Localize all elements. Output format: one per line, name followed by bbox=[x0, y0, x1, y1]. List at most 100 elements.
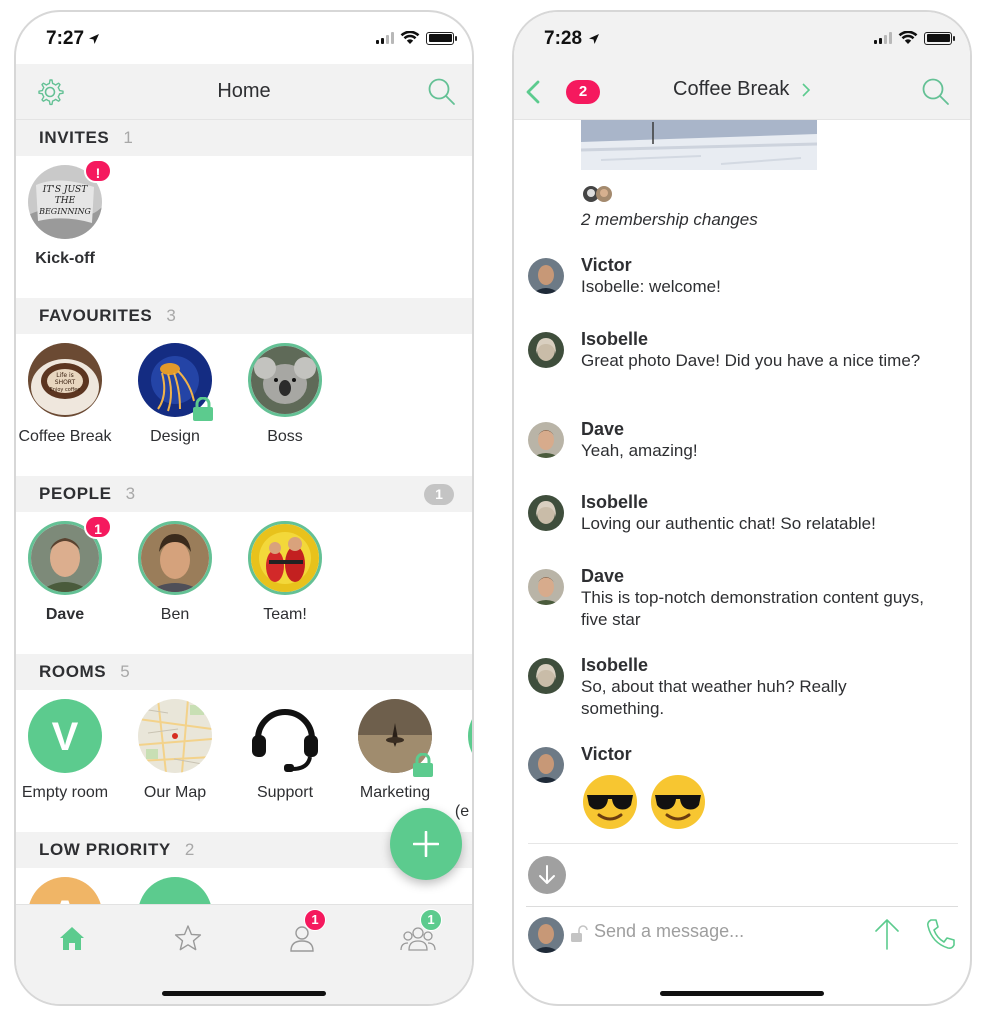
message-sender: Dave bbox=[581, 419, 625, 439]
lock-icon bbox=[193, 397, 213, 421]
section-header-favourites[interactable]: FAVOURITES 3 bbox=[16, 298, 472, 334]
tile-label: Design bbox=[150, 428, 200, 445]
search-icon[interactable] bbox=[920, 76, 952, 108]
room-tile-kick-off[interactable]: IT'S JUST THE BEGINNING ! Kick-off bbox=[16, 159, 120, 268]
phone-call-icon[interactable] bbox=[924, 917, 956, 951]
unlocked-icon bbox=[571, 925, 588, 942]
message-sender: Dave bbox=[581, 566, 625, 586]
person-tile-dave[interactable]: 1 Dave bbox=[16, 515, 120, 624]
avatar: Life is SHORT Enjoy coffee bbox=[28, 343, 102, 417]
message-item[interactable]: Isobelle So, about that weather huh? Rea… bbox=[528, 654, 956, 720]
home-tab-icon[interactable] bbox=[52, 921, 92, 955]
unread-badge: 1 bbox=[84, 515, 112, 539]
avatar bbox=[138, 343, 213, 421]
section-count: 1 bbox=[123, 128, 133, 147]
section-title: PEOPLE bbox=[39, 484, 112, 503]
tile-label: Ben bbox=[160, 606, 190, 623]
wifi-icon bbox=[898, 31, 918, 44]
message-item[interactable]: Victor bbox=[528, 743, 956, 836]
avatar[interactable] bbox=[528, 569, 564, 605]
message-item[interactable]: Isobelle Great photo Dave! Did you have … bbox=[528, 328, 956, 372]
location-arrow-icon bbox=[89, 34, 99, 44]
low-priority-row: A bbox=[16, 868, 472, 904]
room-tile-low-priority-a[interactable]: A bbox=[16, 877, 120, 904]
favourites-tab-icon[interactable] bbox=[168, 921, 208, 955]
avatar bbox=[528, 917, 564, 953]
section-header-rooms[interactable]: ROOMS 5 bbox=[16, 654, 472, 690]
room-tile-coffee-break[interactable]: Life is SHORT Enjoy coffee Coffee Break bbox=[16, 343, 120, 446]
rooms-tab[interactable]: 1 bbox=[398, 909, 442, 955]
room-tile-our-map[interactable]: Our Map bbox=[120, 699, 230, 802]
invites-row: IT'S JUST THE BEGINNING ! Kick-off bbox=[16, 156, 472, 298]
tile-label: Support bbox=[256, 784, 314, 801]
send-arrow-icon[interactable] bbox=[872, 917, 902, 951]
message-text: This is top-notch demonstration content … bbox=[581, 588, 925, 629]
chevron-right-icon bbox=[802, 83, 811, 97]
svg-text:Enjoy coffee: Enjoy coffee bbox=[50, 387, 81, 393]
cellular-signal-icon bbox=[376, 32, 394, 44]
people-row: 1 Dave Ben Team! bbox=[16, 512, 472, 654]
shared-photo[interactable] bbox=[581, 120, 817, 170]
room-tile-partial[interactable]: (e bbox=[450, 699, 472, 821]
avatar-letter: A bbox=[28, 893, 102, 904]
headset-icon bbox=[252, 709, 318, 772]
avatar[interactable] bbox=[528, 332, 564, 368]
people-tab-badge: 1 bbox=[304, 909, 326, 931]
cellular-signal-icon bbox=[874, 32, 892, 44]
rooms-tab-badge: 1 bbox=[420, 909, 442, 931]
chat-header: 2 Coffee Break bbox=[514, 64, 970, 120]
room-tile-low-priority-b[interactable] bbox=[120, 877, 230, 904]
people-tab[interactable]: 1 bbox=[282, 909, 326, 955]
home-screen: 7:27 Home INVITES 1 IT'S JUST THE BEGINN… bbox=[14, 10, 474, 1006]
message-item[interactable]: Isobelle Loving our authentic chat! So r… bbox=[528, 491, 956, 535]
person-tile-ben[interactable]: Ben bbox=[120, 521, 230, 624]
avatar[interactable] bbox=[528, 658, 564, 694]
section-title: LOW PRIORITY bbox=[39, 840, 171, 859]
status-time: 7:27 bbox=[46, 28, 85, 49]
avatar-image bbox=[248, 521, 322, 595]
avatar[interactable] bbox=[528, 422, 564, 458]
room-tile-empty-room[interactable]: V Empty room bbox=[16, 699, 120, 802]
tile-label: Coffee Break bbox=[18, 428, 112, 445]
avatar bbox=[248, 343, 322, 417]
room-tile-marketing[interactable]: Marketing bbox=[340, 699, 450, 802]
tile-label: Marketing bbox=[359, 784, 431, 801]
section-unread-badge: 1 bbox=[424, 484, 454, 505]
section-header-people[interactable]: PEOPLE 3 1 bbox=[16, 476, 472, 512]
message-sender: Isobelle bbox=[581, 655, 649, 675]
location-arrow-icon bbox=[589, 34, 599, 44]
avatar[interactable] bbox=[528, 495, 564, 531]
plus-icon bbox=[413, 831, 439, 857]
person-tile-team[interactable]: Team! bbox=[230, 521, 340, 624]
avatar bbox=[138, 699, 212, 773]
room-tile-design[interactable]: Design bbox=[120, 343, 230, 446]
search-icon[interactable] bbox=[426, 76, 458, 108]
arrow-down-icon bbox=[539, 865, 555, 884]
svg-text:BEGINNING: BEGINNING bbox=[38, 207, 91, 216]
message-text: So, about that weather huh? Really somet… bbox=[581, 677, 847, 718]
battery-icon bbox=[426, 31, 457, 45]
message-input[interactable]: Send a message... bbox=[594, 921, 744, 942]
room-tile-boss[interactable]: Boss bbox=[230, 343, 340, 446]
tab-bar: 1 1 bbox=[16, 904, 472, 1004]
membership-changes[interactable]: 2 membership changes bbox=[581, 210, 758, 230]
message-composer: Send a message... bbox=[526, 906, 958, 956]
add-room-button[interactable] bbox=[390, 808, 462, 880]
section-title: INVITES bbox=[39, 128, 110, 147]
section-header-invites[interactable]: INVITES 1 bbox=[16, 120, 472, 156]
section-count: 5 bbox=[120, 662, 130, 681]
avatar bbox=[358, 699, 433, 777]
avatar[interactable] bbox=[528, 747, 564, 783]
room-title[interactable]: Coffee Break bbox=[514, 78, 970, 101]
message-sender: Victor bbox=[581, 744, 632, 764]
message-item[interactable]: Dave This is top-notch demonstration con… bbox=[528, 565, 956, 631]
jump-to-bottom-button[interactable] bbox=[528, 856, 566, 894]
avatar bbox=[248, 699, 322, 773]
message-item[interactable]: Victor Isobelle: welcome! bbox=[528, 254, 956, 298]
message-item[interactable]: Dave Yeah, amazing! bbox=[528, 418, 956, 462]
room-tile-support[interactable]: Support bbox=[230, 699, 340, 802]
tile-label: Our Map bbox=[143, 784, 207, 801]
avatar[interactable] bbox=[528, 258, 564, 294]
favourites-row: Life is SHORT Enjoy coffee Coffee Break bbox=[16, 334, 472, 476]
home-indicator bbox=[162, 991, 326, 996]
